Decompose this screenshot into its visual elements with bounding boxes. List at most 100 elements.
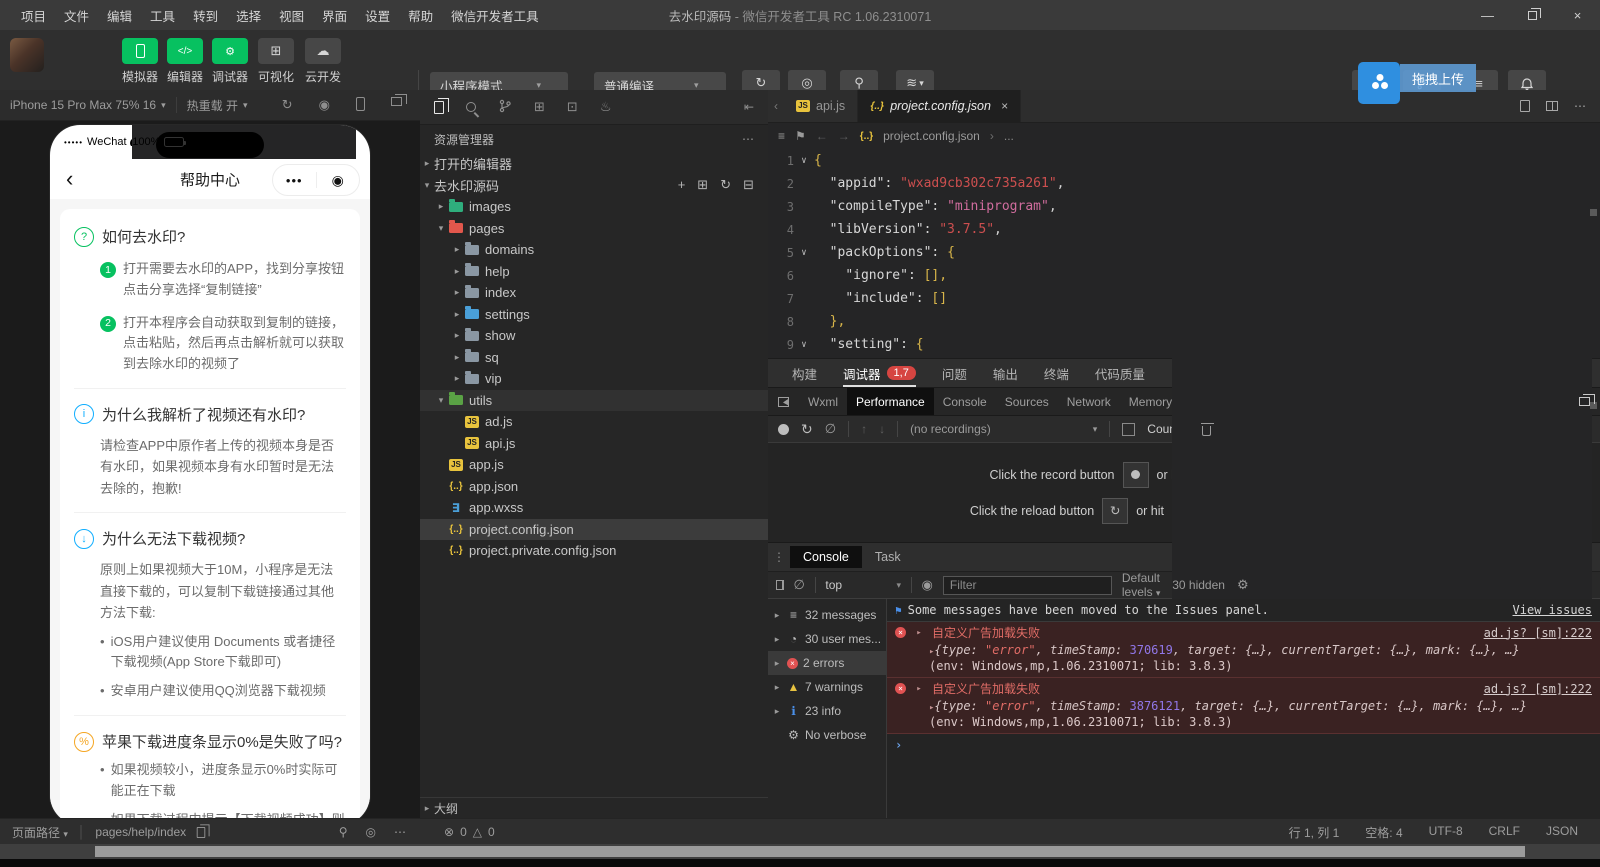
tab-wxml[interactable]: Wxml bbox=[799, 388, 847, 415]
error-object-preview[interactable]: ▸{type: "error", timeStamp: 3876121, tar… bbox=[895, 697, 1592, 713]
tree-item-domains[interactable]: ▸ domains bbox=[420, 239, 768, 261]
expand-icon[interactable]: ▸ bbox=[912, 628, 926, 638]
tab-build[interactable]: 构建 bbox=[792, 359, 817, 387]
error-object-preview[interactable]: ▸{type: "error", timeStamp: 370619, targ… bbox=[895, 641, 1592, 657]
outline-section[interactable]: ▸ 大纲 bbox=[420, 797, 768, 818]
clear-console-icon[interactable]: ∅ bbox=[794, 577, 805, 593]
tree-item-app-js[interactable]: JS app.js bbox=[420, 454, 768, 476]
collapse-sidebar-icon[interactable]: ⇤ bbox=[744, 100, 754, 114]
menu-tools[interactable]: 工具 bbox=[141, 6, 184, 25]
device-frame-icon[interactable] bbox=[356, 97, 365, 111]
save-profile-icon[interactable]: ↓ bbox=[879, 422, 885, 436]
restart-icon[interactable]: ↻ bbox=[282, 97, 293, 113]
tab-sources[interactable]: Sources bbox=[996, 388, 1058, 415]
new-file-icon[interactable]: + bbox=[678, 177, 686, 193]
horizontal-scrollbar[interactable] bbox=[0, 844, 1600, 859]
tree-project-root[interactable]: ▾ 去水印源码 + ⊞ ↻ ⊟ bbox=[420, 175, 768, 197]
context-select[interactable]: top▾ bbox=[825, 578, 901, 592]
tree-item-sq[interactable]: ▸ sq bbox=[420, 347, 768, 369]
debugger-toggle-button[interactable]: ⚙ 调试器 bbox=[208, 38, 252, 85]
refresh-icon[interactable]: ↻ bbox=[720, 177, 731, 193]
language-mode[interactable]: JSON bbox=[1546, 824, 1578, 841]
drawer-handle-icon[interactable]: ⋮ bbox=[768, 550, 790, 564]
open-changed-files-icon[interactable] bbox=[1520, 100, 1530, 112]
console-settings-icon[interactable]: ⚙ bbox=[1237, 577, 1249, 593]
split-editor-icon[interactable] bbox=[1546, 101, 1558, 111]
tree-open-editors[interactable]: ▸ 打开的编辑器 bbox=[420, 153, 768, 175]
detach-window-icon[interactable] bbox=[391, 97, 402, 106]
reload-button-hint[interactable]: ↻ bbox=[1102, 498, 1128, 524]
counter-checkbox[interactable] bbox=[1122, 423, 1135, 436]
page-path-selector[interactable]: 页面路径 ▾ bbox=[12, 824, 68, 841]
eol-type[interactable]: CRLF bbox=[1489, 824, 1520, 841]
screenshot-record-icon[interactable]: ◉ bbox=[319, 97, 330, 113]
reload-record-button[interactable]: ↻ bbox=[801, 421, 813, 438]
trash-icon[interactable] bbox=[1202, 426, 1211, 436]
tree-item-help[interactable]: ▸ help bbox=[420, 261, 768, 283]
indentation[interactable]: 空格: 4 bbox=[1365, 824, 1402, 841]
tab-terminal[interactable]: 终端 bbox=[1044, 359, 1069, 387]
more-actions-icon[interactable]: ⋯ bbox=[742, 132, 754, 146]
exit-target-icon[interactable]: ◉ bbox=[317, 172, 360, 189]
tab-task[interactable]: Task bbox=[862, 546, 914, 568]
visualization-button[interactable]: ⊞ 可视化 bbox=[254, 38, 298, 85]
minimize-button[interactable]: — bbox=[1465, 0, 1510, 30]
tab-api-js[interactable]: JS api.js bbox=[784, 90, 858, 122]
cloud-dev-button[interactable]: ☁ 云开发 bbox=[301, 38, 345, 85]
cursor-position[interactable]: 行 1, 列 1 bbox=[1289, 824, 1340, 841]
sidebar-all-messages[interactable]: ▸≡ 32 messages bbox=[768, 603, 886, 627]
tree-item-project-config-json[interactable]: {..} project.config.json bbox=[420, 519, 768, 541]
tab-code-quality[interactable]: 代码质量 bbox=[1095, 359, 1145, 387]
recordings-select[interactable]: (no recordings) bbox=[910, 422, 991, 436]
menu-goto[interactable]: 转到 bbox=[184, 6, 227, 25]
menu-project[interactable]: 项目 bbox=[12, 6, 55, 25]
git-icon[interactable] bbox=[498, 99, 512, 116]
tab-console[interactable]: Console bbox=[934, 388, 996, 415]
menu-file[interactable]: 文件 bbox=[55, 6, 98, 25]
watch-icon[interactable]: ◎ bbox=[366, 825, 376, 839]
tab-console-drawer[interactable]: Console bbox=[790, 546, 862, 568]
tree-item-vip[interactable]: ▸ vip bbox=[420, 368, 768, 390]
bookmark-icon[interactable]: ⚑ bbox=[795, 129, 806, 143]
source-link[interactable]: ad.js? [sm]:222 bbox=[1484, 682, 1592, 696]
restore-button[interactable] bbox=[1510, 0, 1555, 30]
current-page-path[interactable]: pages/help/index bbox=[95, 825, 186, 839]
files-icon[interactable] bbox=[434, 101, 444, 114]
tree-item-images[interactable]: ▸ images bbox=[420, 196, 768, 218]
extensions-icon[interactable]: ⊞ bbox=[534, 99, 545, 115]
tree-item-settings[interactable]: ▸ settings bbox=[420, 304, 768, 326]
inspect-element-icon[interactable] bbox=[778, 397, 789, 407]
more-actions-icon[interactable]: ⋯ bbox=[1574, 99, 1586, 113]
more-icon[interactable]: ⋯ bbox=[394, 825, 406, 839]
console-prompt[interactable]: › bbox=[887, 734, 1600, 756]
nav-back-icon[interactable]: ← bbox=[816, 129, 828, 143]
encoding[interactable]: UTF-8 bbox=[1429, 824, 1463, 841]
device-selector[interactable]: iPhone 15 Pro Max 75% 16▾ bbox=[0, 90, 176, 120]
log-levels-select[interactable]: Default levels ▾ bbox=[1122, 571, 1162, 599]
fold-icon[interactable]: ∨ bbox=[794, 156, 814, 166]
menu-help[interactable]: 帮助 bbox=[399, 6, 442, 25]
menu-settings[interactable]: 设置 bbox=[356, 6, 399, 25]
collapse-all-icon[interactable]: ⊟ bbox=[743, 177, 754, 193]
view-issues-link[interactable]: View issues bbox=[1513, 603, 1592, 617]
tab-performance[interactable]: Performance bbox=[847, 388, 934, 415]
fold-icon[interactable]: ∨ bbox=[794, 248, 814, 258]
tab-debugger[interactable]: 调试器 1,7 bbox=[843, 359, 916, 387]
debug-icon[interactable]: ⚲ bbox=[339, 825, 348, 839]
tree-item-api-js[interactable]: JS api.js bbox=[420, 433, 768, 455]
tab-problems[interactable]: 问题 bbox=[942, 359, 967, 387]
live-expression-eye-icon[interactable]: ◉ bbox=[922, 577, 933, 593]
tree-item-utils[interactable]: ▾ utils bbox=[420, 390, 768, 412]
tree-item-pages[interactable]: ▾ pages bbox=[420, 218, 768, 240]
user-avatar[interactable] bbox=[10, 38, 44, 72]
breadcrumb-more[interactable]: ... bbox=[1004, 129, 1014, 143]
close-button[interactable]: × bbox=[1555, 0, 1600, 30]
menu-select[interactable]: 选择 bbox=[227, 6, 270, 25]
menu-edit[interactable]: 编辑 bbox=[98, 6, 141, 25]
console-filter-input[interactable] bbox=[943, 576, 1112, 595]
new-folder-icon[interactable]: ⊞ bbox=[697, 177, 708, 193]
clear-button[interactable]: ∅ bbox=[825, 421, 836, 437]
tab-scroll-left-icon[interactable]: ‹ bbox=[768, 90, 784, 122]
editor-toggle-button[interactable]: </> 编辑器 bbox=[163, 38, 207, 85]
dock-side-icon[interactable] bbox=[1579, 397, 1590, 406]
